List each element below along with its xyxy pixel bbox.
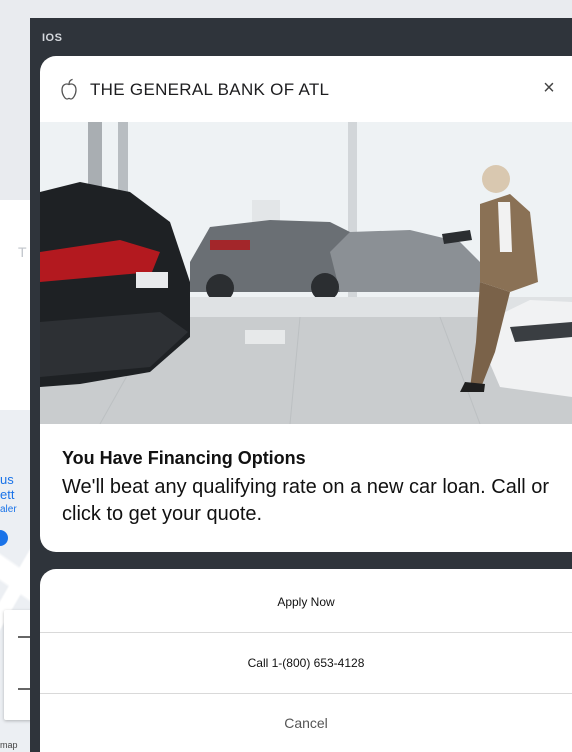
close-icon[interactable]: × (536, 74, 562, 102)
map-attribution: map (0, 740, 18, 750)
app-name: THE GENERAL BANK OF ATL (90, 80, 330, 99)
notification-header: THE GENERAL BANK OF ATL × (40, 56, 572, 122)
notification-title: You Have Financing Options (62, 448, 306, 468)
os-label: IOS (42, 32, 63, 44)
zoom-in-icon[interactable] (18, 636, 30, 638)
notification-preview-panel: IOS THE GENERAL BANK OF ATL × You Have F… (30, 18, 572, 752)
action-sheet: Apply Now Call 1-(800) 653-4128 Cancel (40, 569, 572, 752)
zoom-out-icon[interactable] (18, 688, 30, 690)
notification-body: We'll beat any qualifying rate on a new … (62, 476, 550, 525)
apply-now-button[interactable]: Apply Now (40, 572, 572, 632)
background-faded-glyph: T (18, 244, 27, 260)
hero-image (40, 122, 572, 424)
notification-card[interactable]: THE GENERAL BANK OF ATL × You Have Finan… (40, 56, 572, 552)
call-phone-button[interactable]: Call 1-(800) 653-4128 (40, 633, 572, 693)
cancel-button[interactable]: Cancel (40, 693, 572, 752)
apple-icon (61, 78, 77, 100)
